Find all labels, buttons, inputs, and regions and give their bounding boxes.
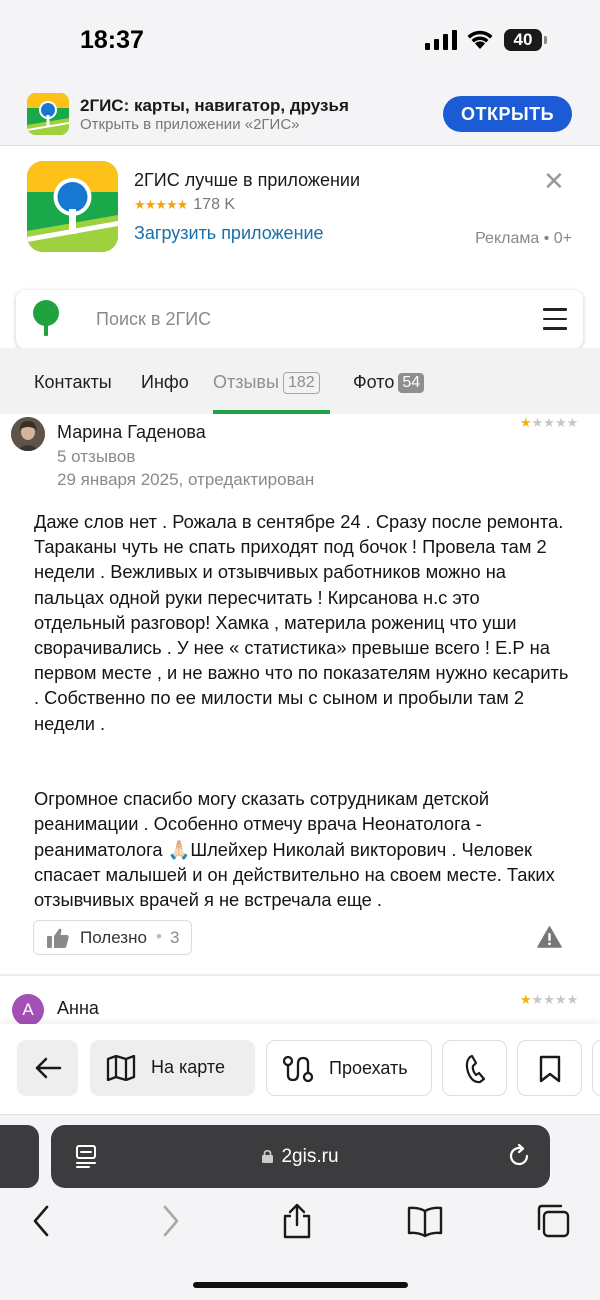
on-map-button[interactable]: На карте [90, 1040, 255, 1096]
battery-icon: 40 [504, 29, 547, 51]
avatar[interactable]: А [12, 994, 44, 1026]
previous-tab[interactable] [0, 1125, 39, 1188]
helpful-separator: • [156, 927, 162, 946]
helpful-label: Полезно [80, 928, 147, 947]
review-rating: ★★★★★ [520, 415, 578, 431]
review-author[interactable]: Марина Гаденова [57, 422, 206, 443]
menu-icon[interactable] [543, 308, 567, 330]
tab-reviews[interactable]: Отзывы 182 [213, 372, 320, 394]
smart-app-banner[interactable]: 2ГИС: карты, навигатор, друзья Открыть в… [0, 80, 600, 146]
address-bar[interactable]: 2gis.ru [51, 1125, 550, 1188]
tab-label: Инфо [141, 372, 189, 392]
status-bar: 18:37 40 [0, 0, 600, 80]
phone-icon [465, 1054, 486, 1084]
arrow-left-icon [35, 1057, 62, 1079]
wifi-icon [467, 30, 493, 49]
banner-title: 2ГИС: карты, навигатор, друзья [80, 96, 349, 115]
url-text[interactable]: 2gis.ru [51, 1146, 550, 1168]
star-icon: ★ [520, 992, 532, 1007]
page: 18:37 40 2ГИС: карты, навигатор, друзья … [0, 0, 600, 1300]
open-app-button[interactable]: ОТКРЫТЬ [443, 96, 572, 132]
bookmark-icon [539, 1055, 561, 1083]
thumbs-up-icon [47, 928, 69, 948]
promo-rating: ★★★★★ 178 K [134, 196, 235, 214]
tab-label: Контакты [34, 372, 112, 392]
review-author[interactable]: Анна [57, 998, 99, 1019]
status-time: 18:37 [80, 26, 144, 54]
review-author-count: 5 отзывов [57, 447, 136, 466]
2gis-logo-icon [33, 300, 59, 336]
tab-bar: Контакты Инфо Отзывы 182 Фото 54 [0, 348, 600, 414]
map-icon [106, 1055, 136, 1081]
2gis-app-icon [27, 93, 69, 135]
rating-stars: ★★★★★ [134, 197, 188, 212]
tab-count: 182 [282, 372, 320, 394]
route-label: Проехать [329, 1058, 408, 1078]
app-promo: 2ГИС лучше в приложении ★★★★★ 178 K Загру… [0, 146, 600, 268]
rating-count: 178 K [193, 196, 236, 213]
more-button[interactable] [592, 1040, 600, 1096]
tab-label: Отзывы [213, 372, 279, 392]
home-indicator[interactable] [193, 1282, 408, 1288]
banner-subtitle: Открыть в приложении «2ГИС» [80, 116, 300, 133]
share-icon[interactable] [282, 1203, 312, 1239]
on-map-label: На карте [151, 1057, 225, 1077]
star-icon: ★★★★ [531, 992, 579, 1007]
tab-contacts[interactable]: Контакты [34, 372, 112, 393]
report-icon[interactable] [537, 926, 562, 948]
review-date: 29 января 2025, отредактирован [57, 470, 315, 489]
forward-icon[interactable] [160, 1203, 182, 1239]
tab-count: 54 [398, 373, 425, 393]
call-button[interactable] [442, 1040, 507, 1096]
back-button[interactable] [17, 1040, 78, 1096]
tab-label: Фото [353, 372, 395, 392]
ad-label: Реклама • 0+ [475, 230, 572, 247]
download-app-link[interactable]: Загрузить приложение [134, 223, 324, 244]
review-rating: ★★★★★ [520, 992, 578, 1008]
tab-photos[interactable]: Фото 54 [353, 372, 425, 393]
cellular-signal-icon [425, 30, 457, 50]
helpful-count: 3 [170, 928, 180, 947]
search-box[interactable]: Поиск в 2ГИС [16, 290, 583, 349]
review-card: Марина Гаденова 5 отзывов 29 января 2025… [0, 414, 600, 974]
review-text: Даже слов нет . Рожала в сентябре 24 . С… [34, 511, 569, 911]
bookmark-button[interactable] [517, 1040, 582, 1096]
lock-icon [262, 1150, 274, 1163]
star-icon: ★★★★ [531, 415, 579, 430]
action-bar: На карте Проехать [0, 1024, 600, 1114]
avatar[interactable] [11, 417, 45, 451]
bookmarks-icon[interactable] [407, 1203, 443, 1239]
route-button[interactable]: Проехать [266, 1040, 432, 1096]
search-input[interactable]: Поиск в 2ГИС [96, 309, 211, 330]
reload-icon[interactable] [507, 1144, 531, 1168]
search-area: Поиск в 2ГИС [0, 268, 600, 349]
helpful-button[interactable]: Полезно • 3 [33, 920, 192, 955]
route-icon [282, 1055, 314, 1083]
tabs-icon[interactable] [535, 1203, 571, 1239]
url-label: 2gis.ru [281, 1146, 339, 1167]
review-card: А Анна ★★★★★ [0, 976, 600, 1026]
back-icon[interactable] [30, 1203, 52, 1239]
star-icon: ★ [520, 415, 532, 430]
2gis-app-icon-large[interactable] [27, 161, 118, 252]
close-icon[interactable]: ✕ [543, 166, 565, 197]
tab-info[interactable]: Инфо [141, 372, 189, 393]
promo-title: 2ГИС лучше в приложении [134, 170, 361, 190]
